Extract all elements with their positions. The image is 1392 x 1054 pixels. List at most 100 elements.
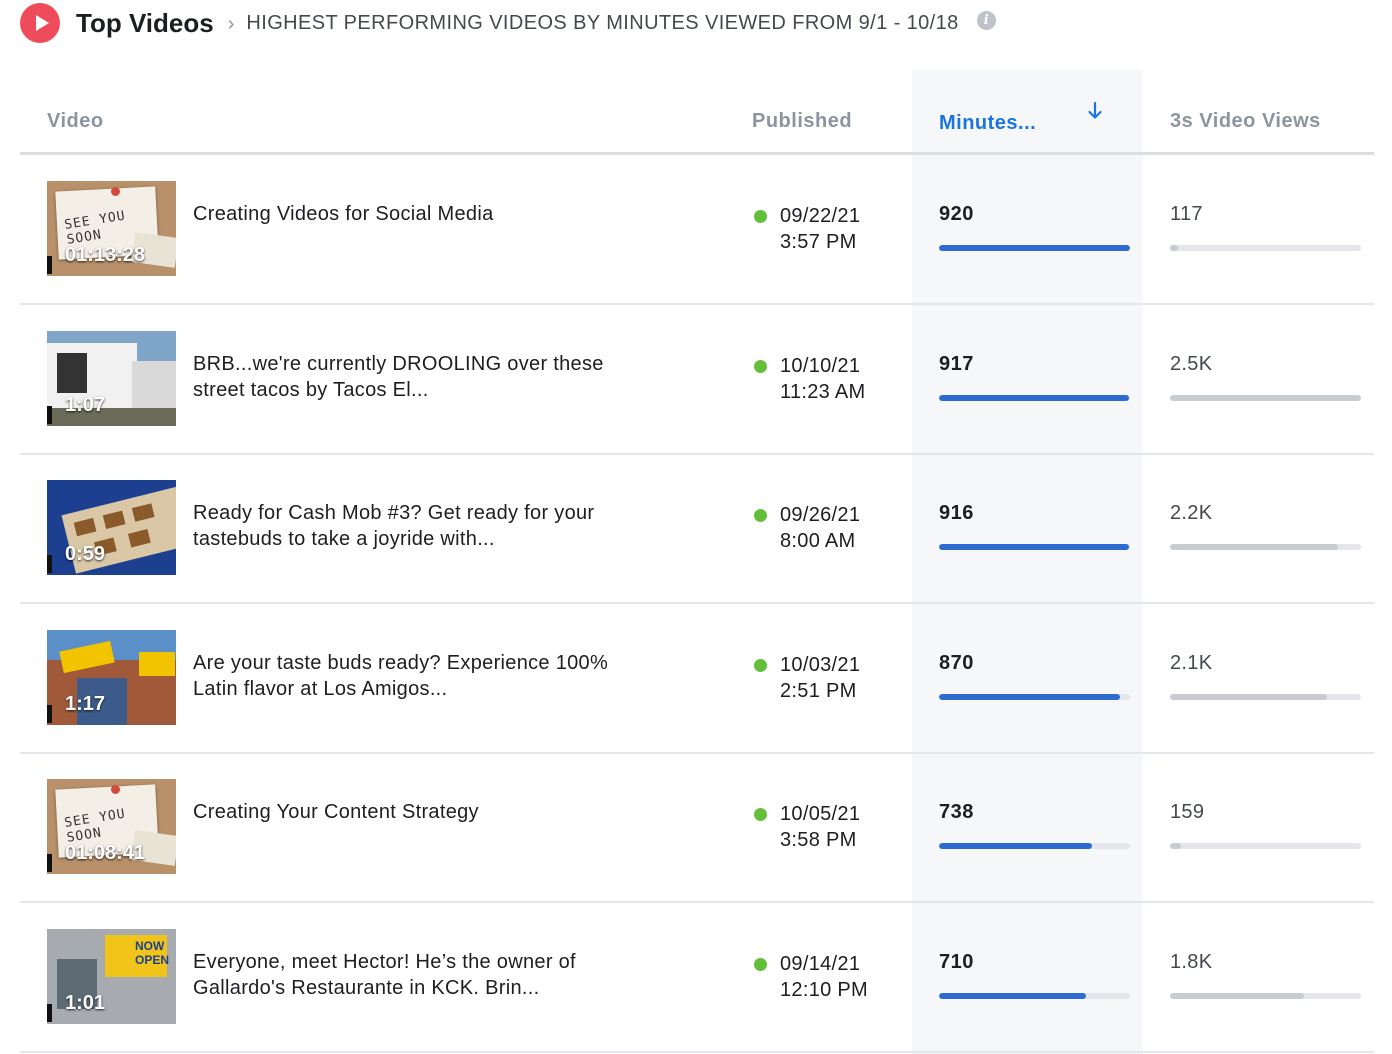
views-value: 2.1K [1170,651,1213,674]
scrub-marker [47,704,52,723]
published-datetime: 09/22/21 3:57 PM [780,203,860,255]
published-date: 10/05/21 [780,803,861,825]
scrub-marker [47,405,52,424]
column-header-video: Video [47,110,104,132]
play-icon [20,3,60,43]
video-duration: 1:07 [65,393,106,416]
video-duration: 01:08:41 [65,842,146,864]
published-datetime: 10/10/21 11:23 AM [780,353,865,405]
sort-descending-icon[interactable] [1086,100,1104,122]
minutes-viewed-value: 738 [939,801,974,823]
video-duration: 01:13:28 [65,244,146,266]
section-title[interactable]: Top Videos [76,8,214,39]
column-header-minutes[interactable]: Minutes... [939,112,1036,135]
views-value: 1.8K [1170,950,1213,973]
minutes-viewed-value: 710 [939,950,974,973]
minutes-viewed-value: 870 [939,651,974,674]
minutes-viewed-bar [939,843,1130,849]
column-header-3s-views[interactable]: 3s Video Views [1170,110,1321,133]
table-row[interactable]: 1:17 Are your taste buds ready? Experienc… [20,604,1374,754]
chevron-right-icon: › [227,12,235,35]
video-title[interactable]: Creating Videos for Social Media [193,201,613,227]
video-duration: 1:01 [65,991,106,1014]
views-bar [1170,843,1361,849]
published-time: 2:51 PM [780,679,857,702]
video-duration: 0:59 [65,543,106,565]
minutes-viewed-bar-fill [939,843,1093,849]
published-status-dot [754,210,767,223]
video-thumbnail[interactable]: 1:07 [47,330,176,426]
published-status-dot [754,509,767,522]
store-sign [139,651,175,676]
views-bar [1170,245,1361,251]
minutes-viewed-bar [939,693,1130,700]
pin-icon [111,187,120,196]
views-bar [1170,394,1361,401]
published-time: 3:58 PM [780,829,857,851]
video-duration: 1:17 [65,692,106,715]
minutes-viewed-bar [939,394,1130,401]
published-date: 09/26/21 [780,504,861,526]
row-divider [20,1050,1374,1053]
minutes-viewed-bar-fill [939,693,1120,700]
video-thumbnail[interactable]: 1:17 [47,629,176,725]
published-date: 09/22/21 [780,205,861,227]
scrub-marker [47,256,52,274]
views-bar [1170,544,1361,550]
section-header: Top Videos › HIGHEST PERFORMING VIDEOS B… [20,0,1380,46]
table-row[interactable]: SEE YOU SOON 01:13:28 Creating Videos for … [20,155,1374,305]
published-date: 10/03/21 [780,653,861,676]
views-bar-fill [1170,843,1182,849]
info-icon[interactable]: i [976,10,996,30]
table-row[interactable]: 1:07 BRB...we're currently DROOLING over … [20,305,1374,455]
published-status-dot [754,957,767,971]
minutes-viewed-bar-fill [939,394,1130,401]
published-date: 09/14/21 [780,952,861,975]
views-bar-fill [1170,992,1304,999]
section-subtitle: HIGHEST PERFORMING VIDEOS BY MINUTES VIE… [246,11,959,34]
published-datetime: 10/03/21 2:51 PM [780,652,860,704]
views-value: 2.5K [1170,352,1213,375]
video-thumbnail[interactable]: 0:59 [47,480,176,575]
video-thumbnail[interactable]: NOW OPEN 1:01 [47,928,176,1024]
published-time: 3:57 PM [780,231,857,253]
views-bar-fill [1170,693,1327,700]
minutes-viewed-bar-fill [939,992,1087,999]
minutes-viewed-value: 917 [939,352,974,375]
minutes-viewed-value: 916 [939,502,974,524]
video-title[interactable]: Are your taste buds ready? Experience 10… [193,650,613,702]
published-datetime: 09/26/21 8:00 AM [780,502,860,554]
published-date: 10/10/21 [780,354,861,377]
column-header-published[interactable]: Published [752,110,852,133]
scrub-marker [47,555,52,573]
published-time: 11:23 AM [780,380,866,403]
minutes-viewed-value: 920 [939,203,974,225]
views-bar [1170,693,1361,700]
views-value: 117 [1170,203,1203,225]
video-title[interactable]: Ready for Cash Mob #3? Get ready for you… [193,500,613,552]
minutes-viewed-bar [939,992,1130,999]
scrub-marker [47,854,52,872]
table-row[interactable]: 0:59 Ready for Cash Mob #3? Get ready for… [20,454,1374,604]
video-title[interactable]: Everyone, meet Hector! He’s the owner of… [193,949,613,1001]
views-value: 159 [1170,801,1205,823]
views-value: 2.2K [1170,502,1213,524]
views-bar [1170,992,1361,999]
published-datetime: 09/14/21 12:10 PM [780,951,868,1003]
published-time: 12:10 PM [780,978,869,1001]
minutes-viewed-bar [939,245,1130,251]
banner: NOW OPEN [105,934,170,977]
views-bar-fill [1170,394,1361,401]
views-bar-fill [1170,245,1178,251]
published-status-dot [754,808,767,821]
minutes-viewed-bar-fill [939,245,1130,251]
video-title[interactable]: BRB...we're currently DROOLING over thes… [193,351,613,403]
table-row[interactable]: SEE YOU SOON 01:08:41 Creating Your Conten… [20,753,1374,903]
table-row[interactable]: NOW OPEN 1:01 Everyone, meet Hector! He’s … [20,903,1374,1053]
thumbnail-text: NOW OPEN [135,938,170,967]
video-thumbnail[interactable]: SEE YOU SOON 01:08:41 [47,779,176,874]
video-title[interactable]: Creating Your Content Strategy [193,799,613,825]
views-bar-fill [1170,544,1339,550]
pin-icon [111,785,120,794]
video-thumbnail[interactable]: SEE YOU SOON 01:13:28 [47,181,176,276]
